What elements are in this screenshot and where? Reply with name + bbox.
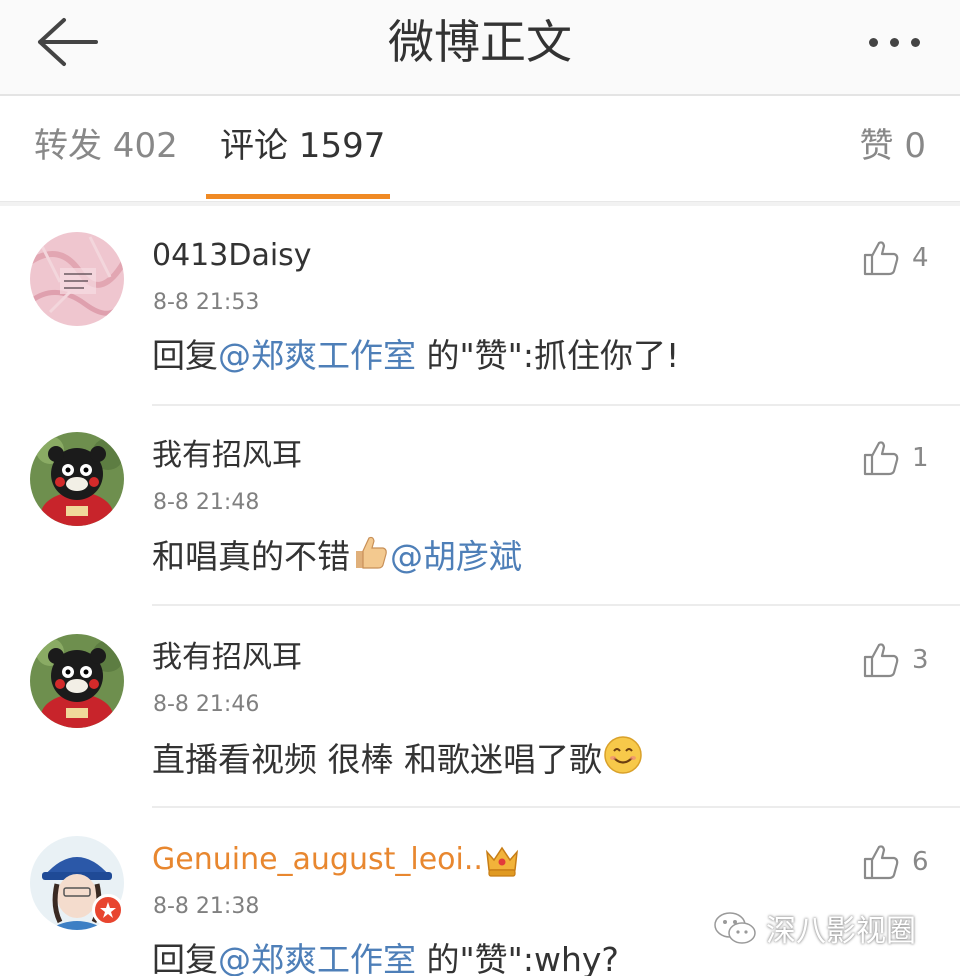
comment-username[interactable]: 0413Daisy [152, 234, 312, 278]
comment-text-part: 回复 [152, 940, 218, 976]
thumbs-up-icon [863, 241, 899, 276]
comment-time: 8-8 21:48 [153, 490, 260, 515]
comment-text: 回复@郑爽工作室 的"赞":抓住你了! [152, 332, 679, 380]
more-options-button[interactable] [858, 18, 930, 66]
like-count: 4 [912, 243, 929, 273]
tab-like[interactable]: 赞 0 [860, 124, 926, 168]
comment-text-part: 回复 [152, 336, 218, 375]
more-dot-icon [910, 37, 920, 47]
comment-text-part: 的"赞":why? [416, 940, 619, 976]
like-count: 3 [912, 645, 929, 675]
wechat-icon [714, 912, 756, 944]
comment-text: 直播看视频 很棒 和歌迷唱了歌 [152, 734, 644, 789]
comment-item: 我有招风耳 8-8 21:48 和唱真的不错 @胡彦斌 1 [0, 404, 960, 606]
comment-item: 我有招风耳 8-8 21:46 直播看视频 很棒 和歌迷唱了歌 3 [0, 606, 960, 808]
mention-link[interactable]: @郑爽工作室 [218, 940, 416, 976]
top-bar: 微博正文 [0, 0, 960, 96]
like-count: 1 [912, 443, 929, 473]
comment-item: Genuine_august_leoi.. 8-8 21:38 回复@郑爽工作室… [0, 808, 960, 976]
thumbs-up-emoji [350, 532, 390, 585]
avatar[interactable] [30, 232, 124, 326]
avatar[interactable] [30, 634, 124, 728]
avatar[interactable] [30, 432, 124, 526]
comment-text-part: 和唱真的不错 [152, 537, 350, 576]
active-tab-indicator [206, 194, 390, 199]
more-dot-icon [868, 37, 878, 47]
comment-text-part: 直播看视频 很棒 和歌迷唱了歌 [152, 740, 602, 779]
comment-item: 0413Daisy 8-8 21:53 回复@郑爽工作室 的"赞":抓住你了! … [0, 204, 960, 406]
comment-text: 和唱真的不错 @胡彦斌 [152, 532, 522, 585]
tab-bar: 转发 402 评论 1597 赞 0 [0, 96, 960, 202]
crown-icon [484, 844, 520, 878]
like-button[interactable]: 3 [862, 638, 929, 682]
page-title: 微博正文 [388, 15, 572, 69]
comment-text: 回复@郑爽工作室 的"赞":why? [152, 936, 619, 976]
comment-time: 8-8 21:46 [153, 692, 260, 717]
comment-username[interactable]: Genuine_august_leoi.. [152, 838, 483, 882]
watermark: 深八影视圈 [712, 908, 916, 949]
thumbs-up-icon [863, 441, 899, 476]
like-button[interactable]: 4 [862, 236, 929, 280]
comment-time: 8-8 21:53 [153, 290, 260, 315]
like-button[interactable]: 6 [862, 840, 929, 884]
like-count: 6 [912, 847, 929, 877]
watermark-text: 深八影视圈 [766, 914, 916, 949]
comment-username[interactable]: 我有招风耳 [152, 636, 302, 680]
comment-text-part: 的"赞":抓住你了! [416, 336, 680, 375]
mention-link[interactable]: @胡彦斌 [390, 537, 522, 576]
more-dot-icon [889, 37, 899, 47]
smile-emoji [602, 734, 644, 789]
comment-time: 8-8 21:38 [153, 894, 260, 919]
comment-username[interactable]: 我有招风耳 [152, 434, 302, 478]
tab-comment[interactable]: 评论 1597 [220, 124, 385, 168]
tab-repost[interactable]: 转发 402 [34, 124, 178, 168]
mention-link[interactable]: @郑爽工作室 [218, 336, 416, 375]
thumbs-up-icon [863, 643, 899, 678]
like-button[interactable]: 1 [862, 436, 929, 480]
verified-badge-icon [92, 894, 124, 926]
thumbs-up-icon [863, 845, 899, 880]
